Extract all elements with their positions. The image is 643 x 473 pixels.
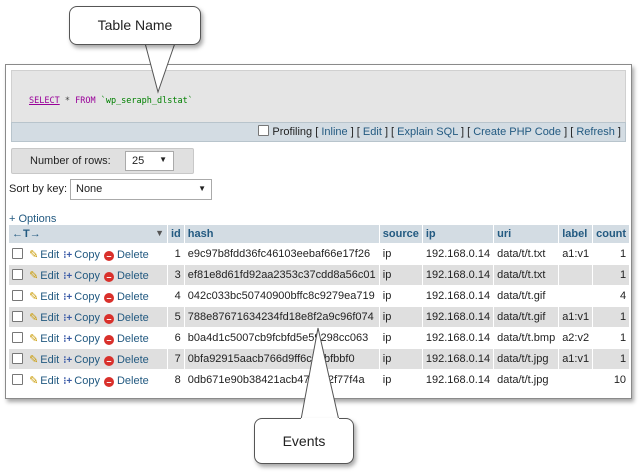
seam-cover-bottom <box>301 418 339 420</box>
table-name-pointer <box>144 42 176 94</box>
events-callout: Events <box>254 418 354 464</box>
events-pointer <box>299 327 341 426</box>
table-name-callout-label: Table Name <box>97 17 173 33</box>
callout-pointers <box>144 42 341 426</box>
seam-cover-top <box>146 41 174 44</box>
table-name-callout: Table Name <box>69 6 201 45</box>
events-callout-label: Events <box>282 433 326 449</box>
